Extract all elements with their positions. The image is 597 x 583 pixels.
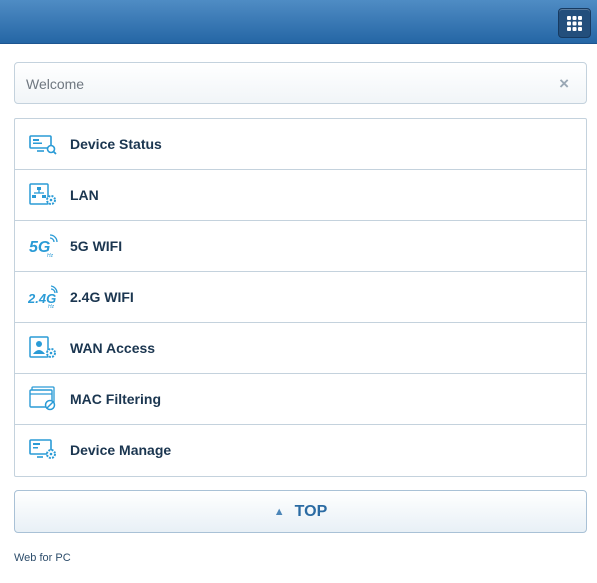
menu-item-label: Device Status bbox=[70, 136, 162, 152]
welcome-text: Welcome bbox=[26, 76, 85, 92]
menu-item-device-status[interactable]: Device Status bbox=[15, 119, 586, 170]
menu-item-label: WAN Access bbox=[70, 340, 156, 356]
top-button-label: TOP bbox=[294, 502, 328, 520]
menu-item-5g-wifi[interactable]: 5G Hz 5G WIFI bbox=[15, 221, 586, 272]
wifi-5g-icon-sub: Hz bbox=[47, 253, 54, 259]
user-gear-icon bbox=[29, 336, 56, 358]
menu-item-24g-wifi[interactable]: 2.4G Hz 2.4G WIFI bbox=[15, 272, 586, 323]
menu-item-label: LAN bbox=[70, 187, 99, 203]
filter-window-icon bbox=[29, 386, 56, 411]
menu-item-device-manage[interactable]: Device Manage bbox=[15, 425, 586, 476]
menu-item-label: MAC Filtering bbox=[70, 391, 161, 407]
web-for-pc-link[interactable]: Web for PC bbox=[14, 552, 71, 564]
up-arrow-icon: ▲ bbox=[273, 505, 285, 518]
monitor-search-icon bbox=[29, 135, 57, 155]
main-menu: Device Status LAN 5G Hz 5G WIFI 2.4G Hz bbox=[14, 118, 587, 477]
menu-item-lan[interactable]: LAN bbox=[15, 170, 586, 221]
menu-item-label: 5G WIFI bbox=[70, 238, 123, 254]
lan-gear-icon bbox=[29, 183, 56, 205]
wifi-5g-icon: 5G Hz bbox=[29, 234, 58, 259]
close-icon[interactable]: × bbox=[559, 74, 569, 94]
menu-item-wan-access[interactable]: WAN Access bbox=[15, 323, 586, 374]
top-header-bar bbox=[0, 0, 597, 44]
apps-grid-button[interactable] bbox=[558, 8, 591, 38]
wifi-24g-icon-sub: Hz bbox=[48, 304, 55, 310]
grid-icon bbox=[567, 15, 582, 31]
menu-item-label: Device Manage bbox=[70, 442, 172, 458]
back-to-top-button[interactable]: ▲ TOP bbox=[14, 490, 587, 533]
menu-item-mac-filtering[interactable]: MAC Filtering bbox=[15, 374, 586, 425]
menu-item-label: 2.4G WIFI bbox=[70, 289, 134, 305]
wifi-24g-icon: 2.4G Hz bbox=[28, 285, 58, 310]
monitor-gear-icon bbox=[29, 439, 56, 459]
welcome-bar: Welcome × bbox=[14, 62, 587, 104]
